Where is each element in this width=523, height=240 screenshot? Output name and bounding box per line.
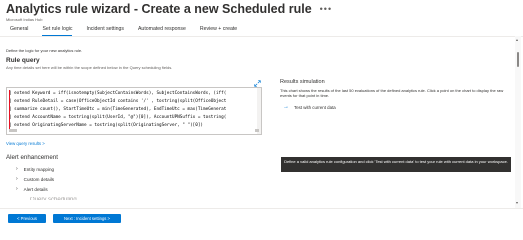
rule-query-subheading: Any time details set here will be within… [6, 65, 173, 70]
code-line: | extend RuleDetail = case(OfficeObjectI… [9, 99, 227, 104]
title-row: Analytics rule wizard - Create a new Sch… [6, 2, 332, 16]
alert-details-expander[interactable]: › Alert details [16, 186, 48, 192]
previous-button[interactable]: < Previous [8, 214, 46, 223]
editor-vertical-scrollbar[interactable] [257, 88, 261, 134]
tab-divider [0, 36, 523, 37]
code-line: | extend Keyword = iff(isnotempty(Subjec… [9, 91, 227, 96]
test-with-current-data-button[interactable]: → Test with current data [283, 104, 336, 110]
page-subtitle: Microsoft Indias Hub [6, 17, 43, 22]
custom-details-label: Custom details [23, 176, 55, 182]
entity-mapping-label: Entity mapping [23, 166, 55, 172]
scroll-up-icon[interactable]: ▴ [516, 37, 518, 42]
code-line: | extend AccountName = tostring(split(Us… [9, 115, 227, 120]
scroll-down-icon[interactable]: ▾ [516, 200, 518, 205]
editor-horizontal-scroll-end[interactable] [255, 129, 259, 132]
tab-general[interactable]: General [10, 26, 28, 36]
wizard-tabs: General Set rule logic Incident settings… [10, 26, 237, 36]
query-editor[interactable]: | extend Keyword = iff(isnotempty(Subjec… [6, 87, 262, 135]
tab-set-rule-logic[interactable]: Set rule logic [42, 26, 73, 36]
view-query-results-link[interactable]: View query results > [6, 141, 45, 146]
rule-logic-description: Define the logic for your new analytics … [6, 48, 83, 53]
tab-review-create[interactable]: Review + create [200, 26, 237, 36]
results-simulation-description: This chart shows the results of the last… [280, 88, 504, 99]
page-scroll-thumb[interactable] [517, 52, 519, 67]
tab-automated-response[interactable]: Automated response [138, 26, 186, 36]
entity-mapping-expander[interactable]: › Entity mapping [16, 166, 54, 172]
page-title: Analytics rule wizard - Create a new Sch… [6, 2, 312, 16]
tab-incident-settings[interactable]: Incident settings [86, 26, 124, 36]
chevron-right-icon: › [16, 186, 18, 192]
chevron-right-icon: › [16, 166, 18, 172]
rule-query-heading: Rule query [6, 57, 40, 64]
editor-horizontal-scroll-thumb[interactable] [9, 129, 17, 132]
test-with-current-data-label: Test with current data [294, 104, 336, 110]
expand-editor-icon[interactable] [254, 80, 261, 87]
next-incident-settings-button[interactable]: Next : Incident settings > [53, 214, 121, 223]
code-line: | summarize count(), StartTimeUtc = min(… [9, 107, 227, 112]
ellipsis-icon[interactable]: ••• [320, 4, 332, 14]
query-scheduling-heading: Query scheduling [30, 197, 77, 200]
results-simulation-banner: Define a valid analytics rule configurat… [281, 157, 511, 172]
results-simulation-heading: Results simulation [280, 79, 325, 85]
alert-details-label: Alert details [23, 186, 48, 192]
arrow-right-icon: → [283, 104, 289, 110]
editor-gutter-marker [9, 90, 10, 130]
alert-enhancement-heading: Alert enhancement [6, 154, 58, 161]
chevron-right-icon: › [16, 176, 18, 182]
custom-details-expander[interactable]: › Custom details [16, 176, 54, 182]
code-line: | extend OriginatingServerName = tostrin… [9, 123, 204, 128]
